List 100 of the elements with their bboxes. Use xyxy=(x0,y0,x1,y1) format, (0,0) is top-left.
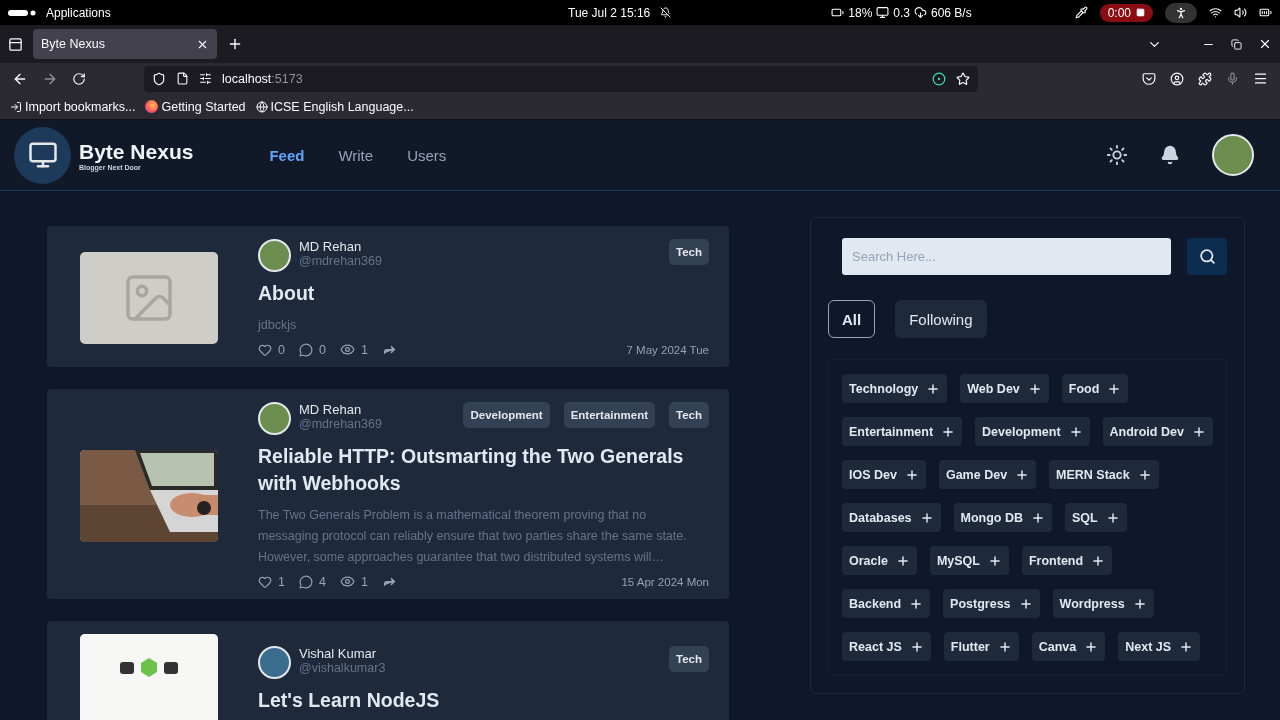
page-icon xyxy=(176,72,189,85)
topic-chip[interactable]: Oracle xyxy=(842,546,917,575)
topic-chip[interactable]: Wordpress xyxy=(1052,589,1154,618)
post-tag: Tech xyxy=(669,239,709,265)
like-count: 0 xyxy=(278,342,285,357)
plus-icon xyxy=(895,553,910,568)
post-title[interactable]: About xyxy=(258,280,709,307)
filter-tab[interactable]: All xyxy=(828,300,876,338)
eyedropper-icon xyxy=(1074,6,1088,19)
plus-icon xyxy=(919,510,934,525)
plus-icon xyxy=(909,639,924,654)
menu-icon[interactable] xyxy=(1253,71,1268,86)
nav-link[interactable]: Write xyxy=(338,146,374,164)
topic-chip[interactable]: Entertainment xyxy=(842,417,963,446)
applications-menu[interactable]: Applications xyxy=(46,5,111,20)
accessibility-button[interactable] xyxy=(1165,2,1197,23)
plus-icon xyxy=(1137,467,1152,482)
plus-icon xyxy=(904,467,919,482)
avatar-icon xyxy=(258,646,291,679)
bookmark[interactable]: Import bookmarks... xyxy=(10,99,136,114)
theme-icon[interactable] xyxy=(1106,144,1128,166)
topic-chip[interactable]: Next JS xyxy=(1118,632,1201,661)
topic-chip[interactable]: IOS Dev xyxy=(842,460,926,489)
topic-chip[interactable]: Android Dev xyxy=(1102,417,1213,446)
topic-chip[interactable]: Flutter xyxy=(943,632,1019,661)
like-count: 1 xyxy=(278,574,285,589)
recording-indicator[interactable]: 0:00 xyxy=(1099,3,1153,22)
topic-chip[interactable]: Development xyxy=(975,417,1090,446)
topic-chip[interactable]: MySQL xyxy=(929,546,1009,575)
plus-icon xyxy=(909,596,924,611)
brand-name: Byte Nexus xyxy=(79,139,194,164)
topic-chip[interactable]: Postgress xyxy=(943,589,1040,618)
bookmark[interactable]: ICSE English Language... xyxy=(255,99,414,114)
topic-chip[interactable]: Web Dev xyxy=(960,374,1049,403)
topic-chip[interactable]: Game Dev xyxy=(938,460,1037,489)
plus-icon xyxy=(1027,381,1042,396)
topic-chip[interactable]: Databases xyxy=(842,503,941,532)
avatar-icon xyxy=(258,239,291,272)
search-icon xyxy=(1198,248,1216,265)
author-name: Vishal Kumar xyxy=(299,646,378,661)
eye-icon xyxy=(339,342,355,357)
extensions-icon[interactable] xyxy=(1198,71,1212,86)
network-speed: 606 B/s xyxy=(931,5,972,20)
post-title[interactable]: Reliable HTTP: Outsmarting the Two Generals with Webhooks xyxy=(258,443,709,497)
topic-chip[interactable]: Food xyxy=(1061,374,1129,403)
plus-icon xyxy=(1191,424,1206,439)
pocket-icon[interactable] xyxy=(1142,71,1156,86)
post-title[interactable]: Let's Learn NodeJS xyxy=(258,687,709,714)
restore-icon[interactable] xyxy=(1231,38,1242,50)
wifi-icon xyxy=(1209,6,1222,19)
view-count: 1 xyxy=(360,574,368,589)
filter-tab[interactable]: Following xyxy=(895,300,987,338)
monitor-icon xyxy=(876,6,890,19)
topic-chip[interactable]: Mongo DB xyxy=(953,503,1053,532)
plus-icon xyxy=(1018,596,1033,611)
post-tag: Tech xyxy=(669,646,709,672)
comment-icon[interactable] xyxy=(298,342,313,357)
topic-chip[interactable]: Canva xyxy=(1031,632,1106,661)
account-icon[interactable] xyxy=(1170,71,1184,86)
logo-icon xyxy=(14,126,71,184)
nav-link[interactable]: Feed xyxy=(269,146,305,164)
avatar-icon xyxy=(258,402,291,435)
bell-off-icon xyxy=(660,7,672,18)
cpu-load: 0.3 xyxy=(893,5,910,20)
close-icon[interactable] xyxy=(1258,37,1272,51)
nav-link[interactable]: Users xyxy=(407,146,447,164)
topic-chip[interactable]: Technology xyxy=(842,374,948,403)
tab-overview-icon[interactable] xyxy=(8,36,23,52)
new-tab-icon[interactable] xyxy=(227,36,243,52)
address-field[interactable]: localhost:5173 xyxy=(144,65,978,92)
post-date: 15 Apr 2024 Mon xyxy=(621,575,709,588)
topic-chip[interactable]: MERN Stack xyxy=(1049,460,1159,489)
topic-chip[interactable]: SQL xyxy=(1065,503,1127,532)
search-button[interactable] xyxy=(1187,238,1227,275)
browser-logo-icon xyxy=(145,100,159,113)
star-icon xyxy=(956,71,970,86)
heart-icon[interactable] xyxy=(258,574,272,589)
topic-chip[interactable]: Backend xyxy=(842,589,931,618)
browser-tab[interactable]: Byte Nexus xyxy=(33,29,217,59)
plus-icon xyxy=(1179,639,1194,654)
plus-icon xyxy=(1068,424,1083,439)
activities-icon xyxy=(8,9,36,16)
view-count: 1 xyxy=(360,342,368,357)
topic-chip[interactable]: React JS xyxy=(842,632,931,661)
search-field[interactable]: Search Here... xyxy=(842,238,1172,275)
post-tag: Entertainment xyxy=(563,402,655,428)
notification-icon[interactable] xyxy=(1160,145,1180,165)
comment-icon[interactable] xyxy=(298,574,313,589)
plus-icon xyxy=(1132,596,1147,611)
avatar-icon[interactable] xyxy=(1212,134,1254,176)
reload-icon[interactable] xyxy=(72,71,86,86)
post-excerpt: The Two Generals Problem is a mathematical theorem proving that no messaging protocol can reliably ensure that two parties share the same state. However, some approaches guarantee that two distributed systems will… xyxy=(258,507,688,566)
bookmark[interactable]: Getting Started xyxy=(145,99,246,114)
eye-icon xyxy=(339,574,355,589)
plus-icon xyxy=(997,639,1012,654)
heart-icon[interactable] xyxy=(258,342,272,357)
battery-icon xyxy=(1259,6,1272,19)
microphone-icon xyxy=(1226,72,1239,85)
post-tag: Development xyxy=(463,402,550,428)
topic-chip[interactable]: Frontend xyxy=(1022,546,1113,575)
